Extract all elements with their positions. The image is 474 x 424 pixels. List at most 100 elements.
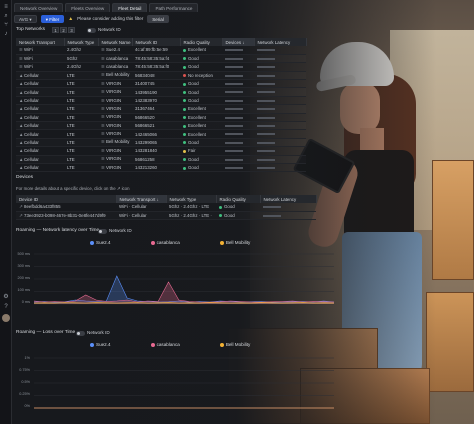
avatar[interactable] bbox=[2, 314, 10, 322]
radio-quality-cell: No reception bbox=[180, 71, 222, 81]
latency-cell bbox=[254, 104, 306, 114]
latency-cell bbox=[254, 146, 306, 156]
table-row[interactable]: ≋WiFi 2.4Ghz ≋casablanca 78:45:58:35:5a:f0 G… bbox=[16, 62, 306, 72]
table-row[interactable]: ▲Cellular LTE ≋VIRGIN 143213260 Good bbox=[16, 163, 306, 173]
table-row[interactable]: ▲Cellular LTE ≋VIRGIN 56866520 Excellent bbox=[16, 113, 306, 123]
latency-cell bbox=[254, 113, 306, 123]
latency-network-id-toggle[interactable] bbox=[98, 229, 107, 234]
column-header[interactable]: Radio Quality bbox=[180, 38, 223, 46]
quality-indicator bbox=[219, 205, 222, 209]
legend-item[interactable]: casablanca bbox=[150, 342, 180, 347]
table-row[interactable]: ▲Cellular LTE ≋VIRGIN 31400745 Good bbox=[16, 79, 306, 89]
tab-fleet-detail[interactable]: Fleet Detail bbox=[112, 3, 148, 12]
device-id-cell: ↗73ee3923-b098-467e-8b31-0e8fe447d9f9 bbox=[16, 211, 116, 221]
legend-item[interactable]: Sue2.4 bbox=[90, 342, 111, 347]
table-cell: 143213260 bbox=[132, 163, 180, 173]
filter-bar: AVG ▾ ▾ Filter ▲ Please consider adding … bbox=[14, 14, 169, 23]
legend-item[interactable]: Bell Mobility bbox=[219, 240, 250, 245]
quality-indicator bbox=[183, 116, 186, 120]
branch-icon[interactable]: ⑂ bbox=[3, 22, 9, 28]
latency-cell bbox=[260, 203, 316, 212]
network-name-cell: ≋VIRGIN bbox=[98, 96, 132, 106]
filter-button[interactable]: ▾ Filter bbox=[40, 14, 65, 23]
network-name-cell: ≋VIRGIN bbox=[98, 146, 132, 156]
table-row[interactable]: ▲Cellular LTE ≋VIRGIN 143281840 Fair bbox=[16, 146, 306, 156]
network-transport-cell: ▲Cellular bbox=[16, 96, 64, 106]
page-button[interactable]: 3 bbox=[68, 27, 75, 33]
column-header[interactable]: Devices ↓ bbox=[222, 38, 255, 46]
series-line-sue2-4[interactable] bbox=[33, 275, 335, 303]
latency-cell bbox=[254, 121, 306, 131]
column-header[interactable]: Network Name bbox=[98, 38, 133, 46]
loss-chart bbox=[34, 357, 334, 409]
table-row[interactable]: ▲Cellular LTE ≋Bell Mobility 56834048 No rec… bbox=[16, 71, 306, 81]
table-row[interactable]: ▲Cellular LTE ≋VIRGIN 31367464 Excellent bbox=[16, 104, 306, 114]
latency-cell bbox=[254, 79, 306, 89]
top-networks-title: Top Networks bbox=[16, 27, 46, 32]
table-cell: LTE bbox=[64, 113, 98, 123]
legend-item[interactable]: Bell Mobility bbox=[219, 342, 250, 347]
column-header[interactable]: Network Transport bbox=[16, 38, 65, 46]
loss-network-id-toggle[interactable] bbox=[76, 331, 85, 336]
latency-bar bbox=[257, 150, 275, 153]
warning-triangle-icon: ▲ bbox=[68, 15, 74, 22]
table-row[interactable]: ▲Cellular LTE ≋VIRGIN 142465066 Excellent bbox=[16, 129, 306, 139]
bell-icon[interactable]: ♪ bbox=[3, 31, 9, 37]
table-cell: 56866520 bbox=[132, 113, 180, 123]
column-header[interactable]: Network Type bbox=[64, 38, 99, 46]
tab-network-overview[interactable]: Network Overview bbox=[14, 3, 64, 12]
menu-icon[interactable]: ≡ bbox=[3, 4, 9, 10]
help-icon[interactable]: ? bbox=[3, 304, 9, 310]
quality-indicator bbox=[183, 65, 186, 69]
table-cell: LTE bbox=[64, 79, 98, 89]
suggested-filter-chip[interactable]: Serial bbox=[147, 14, 169, 23]
quality-indicator bbox=[183, 107, 186, 111]
latency-chart bbox=[33, 253, 335, 305]
column-header[interactable]: Device ID bbox=[16, 195, 117, 203]
column-header[interactable]: Radio Quality bbox=[216, 195, 261, 203]
y-tick: 100 ms bbox=[17, 288, 30, 292]
table-row[interactable]: ↗73ee3923-b098-467e-8b31-0e8fe447d9f9 WiF… bbox=[16, 211, 316, 221]
column-header[interactable]: Network ID bbox=[132, 38, 181, 46]
gear-icon[interactable]: ⚙ bbox=[3, 294, 9, 300]
network-transport-cell: ▲Cellular bbox=[16, 121, 64, 131]
column-header[interactable]: Network Transport ↓ bbox=[116, 195, 167, 203]
table-cell: LTE bbox=[64, 129, 98, 139]
tab-fleets-overview[interactable]: Fleets Overview bbox=[65, 3, 111, 12]
quality-indicator bbox=[183, 82, 186, 86]
table-row[interactable]: ▲Cellular LTE ≋VIRGIN 143955190 Good bbox=[16, 87, 306, 97]
legend-item[interactable]: casablanca bbox=[150, 240, 180, 245]
latency-cell bbox=[260, 211, 316, 221]
page-button[interactable]: 1 bbox=[52, 27, 59, 33]
table-row[interactable]: ▲Cellular LTE ≋Bell Mobility 143299065 Good bbox=[16, 138, 306, 148]
network-name-cell: ≋VIRGIN bbox=[98, 121, 132, 131]
devices-bar bbox=[225, 125, 243, 128]
radio-quality-cell: Good bbox=[180, 138, 222, 148]
table-row[interactable]: ▲Cellular LTE ≋VIRGIN 142383970 Good bbox=[16, 96, 306, 106]
series-line-casablanca[interactable] bbox=[33, 281, 335, 303]
table-row[interactable]: ▲Cellular LTE ≋VIRGIN 56861258 Good bbox=[16, 155, 306, 164]
legend-swatch bbox=[219, 342, 224, 347]
table-row[interactable]: ▲Cellular LTE ≋VIRGIN 56866521 Excellent bbox=[16, 121, 306, 131]
devices-cell bbox=[222, 129, 254, 139]
table-row[interactable]: ≋WiFi 2.4Ghz ≋Sue2.4 4c:af:89:fb:5e:59 Excel… bbox=[16, 46, 306, 55]
page-button[interactable]: 2 bbox=[60, 27, 67, 33]
latency-cell bbox=[254, 155, 306, 164]
legend-item[interactable]: Sue2.4 bbox=[90, 240, 111, 245]
latency-cell bbox=[254, 46, 306, 55]
legend-swatch bbox=[90, 240, 94, 245]
column-header[interactable]: Network Type bbox=[166, 195, 217, 203]
network-id-toggle[interactable] bbox=[87, 28, 96, 33]
table-cell: WiFi · Cellular bbox=[116, 203, 166, 212]
table-row[interactable]: ↗8eefbdd6a433f855 WiFi · Cellular 5Ghz · 2… bbox=[16, 203, 316, 212]
tab-path-performance[interactable]: Path Performance bbox=[149, 3, 199, 12]
radio-quality-cell: Good bbox=[180, 96, 222, 106]
radio-quality-cell: Good bbox=[180, 163, 222, 173]
column-header[interactable]: Network Latency bbox=[254, 38, 307, 46]
table-row[interactable]: ≋WiFi 5Ghz ≋casablanca 78:45:58:35:5a:f4 Goo… bbox=[16, 54, 306, 64]
y-tick: 0.25% bbox=[19, 392, 30, 396]
search-icon[interactable]: ⌕ bbox=[3, 13, 9, 19]
column-header[interactable]: Network Latency bbox=[260, 195, 317, 203]
aggregation-select[interactable]: AVG ▾ bbox=[14, 14, 37, 23]
table-cell: 78:45:58:35:5a:f4 bbox=[132, 54, 180, 64]
